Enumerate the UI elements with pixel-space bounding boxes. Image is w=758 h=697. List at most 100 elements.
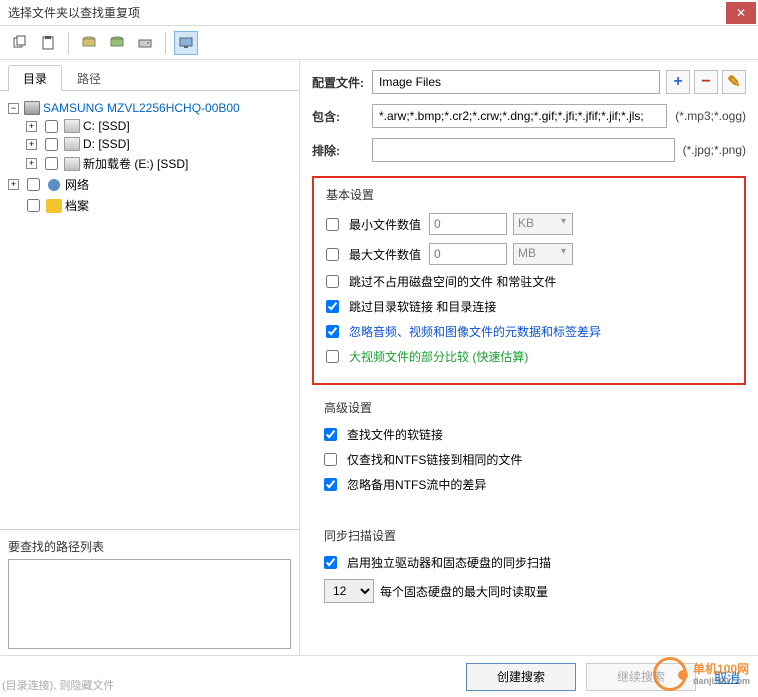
ignore-ntfs-checkbox[interactable] [324,478,337,491]
profile-label: 配置文件: [312,74,372,91]
sync-concurrency-row: 12 每个固态硬盘的最大同时读取量 [324,579,734,603]
skip-symlinks-checkbox[interactable] [326,300,339,313]
min-size-label: 最小文件数值 [349,216,423,233]
max-size-label: 最大文件数值 [349,246,423,263]
ignore-meta-checkbox[interactable] [326,325,339,338]
network-label: 网络 [65,176,89,193]
advanced-settings-section: 高级设置 查找文件的软链接 仅查找和NTFS链接到相同的文件 忽略备用NTFS流… [312,399,746,493]
ignore-ntfs-row: 忽略备用NTFS流中的差异 [324,476,734,493]
watermark: 单机100网 danji100.com [653,657,750,691]
skip-symlinks-row: 跳过目录软链接 和目录连接 [326,298,732,315]
find-symlinks-label[interactable]: 查找文件的软链接 [347,426,443,443]
left-panel: 目录 路径 − SAMSUNG MZVL2256HCHQ-00B00 + C: … [0,60,300,660]
ntfs-same-row: 仅查找和NTFS链接到相同的文件 [324,451,734,468]
exclude-hint: (*.jpg;*.png) [683,143,746,157]
sync-scan-section: 同步扫描设置 启用独立驱动器和固态硬盘的同步扫描 12 每个固态硬盘的最大同时读… [312,527,746,603]
expand-icon[interactable]: + [8,179,19,190]
background-hint-text: (目录连接), 则隐藏文件 [2,677,114,693]
tree-drive-d[interactable]: + D: [SSD] [8,135,291,153]
toolbar [0,26,758,60]
ntfs-same-label[interactable]: 仅查找和NTFS链接到相同的文件 [347,451,522,468]
find-symlinks-row: 查找文件的软链接 [324,426,734,443]
profile-add-button[interactable]: + [666,70,690,94]
drive-e-label: 新加载卷 (E:) [SSD] [83,155,188,172]
profile-input[interactable] [372,70,660,94]
tree-root[interactable]: − SAMSUNG MZVL2256HCHQ-00B00 [8,99,291,117]
skip-zero-row: 跳过不占用磁盘空间的文件 和常驻文件 [326,273,732,290]
expand-icon[interactable]: + [26,139,37,150]
profile-edit-button[interactable]: ✎ [722,70,746,94]
drive-d-checkbox[interactable] [45,138,58,151]
partial-compare-label[interactable]: 大视频文件的部分比较 (快速估算) [349,348,528,365]
min-size-checkbox[interactable] [326,218,339,231]
drive-d-label: D: [SSD] [83,137,130,151]
toolbar-separator [68,32,69,54]
ssd-icon [64,119,80,133]
basic-title: 基本设置 [314,186,744,203]
max-size-unit-select[interactable]: MB [513,243,573,265]
ignore-ntfs-label[interactable]: 忽略备用NTFS流中的差异 [347,476,486,493]
ntfs-same-checkbox[interactable] [324,453,337,466]
profile-remove-button[interactable]: − [694,70,718,94]
window-title: 选择文件夹以查找重复项 [0,4,140,21]
skip-zero-checkbox[interactable] [326,275,339,288]
sync-enable-label[interactable]: 启用独立驱动器和固态硬盘的同步扫描 [347,554,551,571]
partial-compare-checkbox[interactable] [326,350,339,363]
include-input[interactable] [372,104,667,128]
toolbar-separator-2 [165,32,166,54]
exclude-input[interactable] [372,138,675,162]
titlebar: 选择文件夹以查找重复项 ✕ [0,0,758,26]
include-row: 包含: (*.mp3;*.ogg) [312,104,746,128]
min-size-unit-select[interactable]: KB [513,213,573,235]
archive-checkbox[interactable] [27,199,40,212]
skip-zero-label[interactable]: 跳过不占用磁盘空间的文件 和常驻文件 [349,273,556,290]
path-list-section: 要查找的路径列表 [0,529,299,660]
skip-symlinks-label[interactable]: 跳过目录软链接 和目录连接 [349,298,496,315]
tree-archive[interactable]: 档案 [8,195,291,216]
exclude-row: 排除: (*.jpg;*.png) [312,138,746,162]
toolbar-disk1-icon[interactable] [77,31,101,55]
include-hint: (*.mp3;*.ogg) [675,109,746,123]
max-size-input[interactable] [429,243,507,265]
expand-icon[interactable]: + [26,158,37,169]
find-symlinks-checkbox[interactable] [324,428,337,441]
toolbar-drive-icon[interactable] [133,31,157,55]
drive-e-checkbox[interactable] [45,157,58,170]
tree-drive-c[interactable]: + C: [SSD] [8,117,291,135]
min-size-input[interactable] [429,213,507,235]
drive-c-checkbox[interactable] [45,120,58,133]
archive-label: 档案 [65,197,89,214]
network-checkbox[interactable] [27,178,40,191]
network-icon [46,178,62,192]
sync-enable-row: 启用独立驱动器和固态硬盘的同步扫描 [324,554,734,571]
close-button[interactable]: ✕ [726,2,756,24]
archive-icon [46,199,62,213]
toolbar-disk2-icon[interactable] [105,31,129,55]
toolbar-paste-icon[interactable] [36,31,60,55]
collapse-icon[interactable]: − [8,103,19,114]
toolbar-monitor-icon[interactable] [174,31,198,55]
tab-path[interactable]: 路径 [62,65,116,91]
sync-enable-checkbox[interactable] [324,556,337,569]
expand-icon[interactable]: + [26,121,37,132]
tree-drive-e[interactable]: + 新加载卷 (E:) [SSD] [8,153,291,174]
ssd-icon [64,157,80,171]
right-panel: 配置文件: + − ✎ 包含: (*.mp3;*.ogg) 排除: (*.jpg… [300,60,758,660]
create-search-button[interactable]: 创建搜索 [466,663,576,691]
toolbar-copy-icon[interactable] [8,31,32,55]
directory-tree: − SAMSUNG MZVL2256HCHQ-00B00 + C: [SSD] … [0,91,299,529]
advanced-title: 高级设置 [312,399,746,416]
profile-row: 配置文件: + − ✎ [312,70,746,94]
partial-compare-row: 大视频文件的部分比较 (快速估算) [326,348,732,365]
max-size-row: 最大文件数值 MB [326,243,732,265]
tree-network[interactable]: + 网络 [8,174,291,195]
drive-c-label: C: [SSD] [83,119,130,133]
left-tabs: 目录 路径 [0,64,299,91]
max-size-checkbox[interactable] [326,248,339,261]
watermark-logo-icon [653,657,687,691]
tab-directory[interactable]: 目录 [8,65,62,91]
path-list-input[interactable] [8,559,291,649]
ignore-meta-label[interactable]: 忽略音频、视频和图像文件的元数据和标签差异 [349,323,601,340]
sync-concurrency-select[interactable]: 12 [324,579,374,603]
sync-title: 同步扫描设置 [312,527,746,544]
